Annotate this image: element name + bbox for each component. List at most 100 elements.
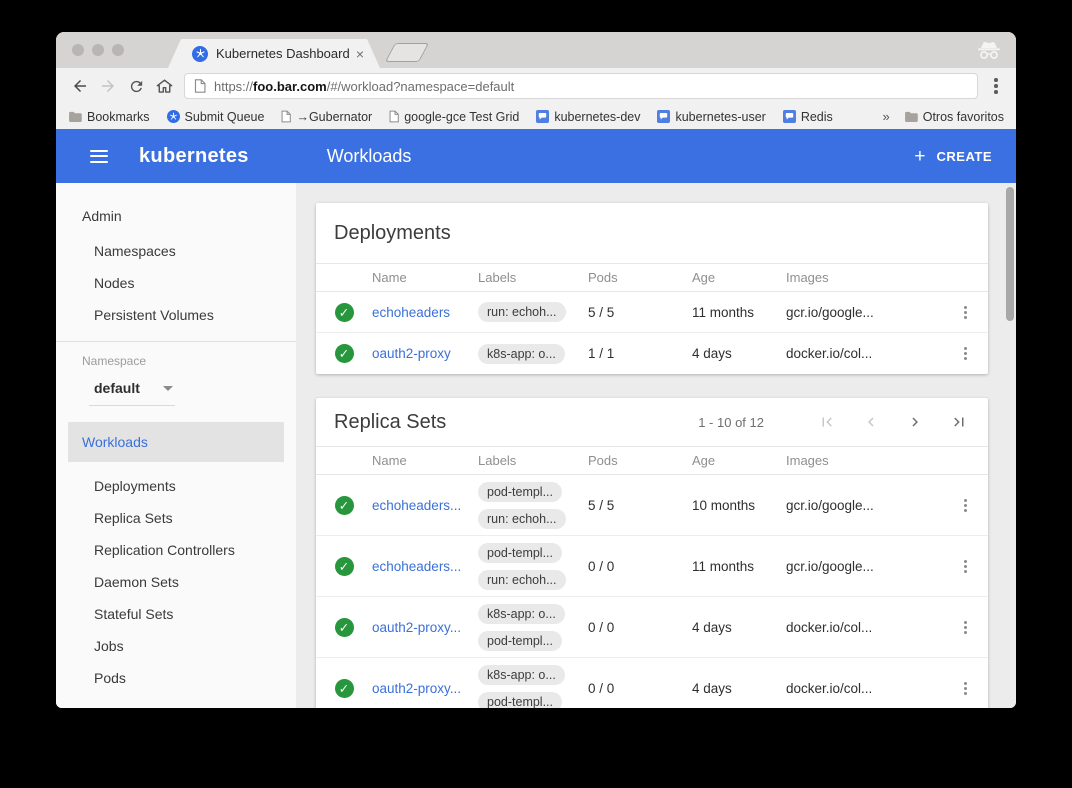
row-actions-button[interactable] — [964, 306, 967, 319]
hamburger-menu-button[interactable] — [90, 150, 108, 163]
pods-cell: 1 / 1 — [588, 346, 692, 361]
sidebar-item-admin[interactable]: Admin — [56, 197, 296, 235]
sidebar-item-daemon-sets[interactable]: Daemon Sets — [56, 566, 296, 598]
column-age: Age — [692, 453, 786, 468]
bookmarks-bar: Bookmarks Submit Queue →Gubernator googl… — [56, 104, 1016, 129]
card-title-replica-sets: Replica Sets — [334, 411, 446, 434]
bookmark-folder[interactable]: Bookmarks — [68, 110, 150, 124]
namespace-label: Namespace — [56, 354, 296, 368]
kubernetes-icon — [167, 110, 180, 123]
row-actions-button[interactable] — [964, 682, 967, 695]
bookmark-item[interactable]: google-gce Test Grid — [389, 110, 519, 124]
browser-tab[interactable]: Kubernetes Dashboard × — [168, 39, 380, 68]
tab-close-icon[interactable]: × — [356, 47, 364, 61]
resource-name-link[interactable]: oauth2-proxy... — [372, 620, 478, 635]
resource-name-link[interactable]: echoheaders... — [372, 498, 478, 513]
bookmark-item[interactable]: Submit Queue — [167, 110, 265, 124]
resource-name-link[interactable]: oauth2-proxy... — [372, 681, 478, 696]
status-ok-icon: ✓ — [335, 496, 354, 515]
home-button[interactable] — [150, 72, 178, 100]
last-page-button[interactable] — [950, 413, 968, 431]
status-ok-icon: ✓ — [335, 679, 354, 698]
minimize-window-button[interactable] — [92, 44, 104, 56]
row-actions-button[interactable] — [964, 499, 967, 512]
label-chip: pod-templ... — [478, 631, 562, 651]
sidebar-item-deployments[interactable]: Deployments — [56, 470, 296, 502]
sidebar-item-replica-sets[interactable]: Replica Sets — [56, 502, 296, 534]
sidebar-item-stateful-sets[interactable]: Stateful Sets — [56, 598, 296, 630]
bookmark-label: Otros favoritos — [923, 110, 1004, 124]
bookmark-label: google-gce Test Grid — [404, 110, 519, 124]
column-labels: Labels — [478, 453, 588, 468]
column-name: Name — [372, 270, 478, 285]
page-icon — [281, 110, 291, 123]
sidebar-item-replication-controllers[interactable]: Replication Controllers — [56, 534, 296, 566]
sidebar-nav: Admin Namespaces Nodes Persistent Volume… — [56, 183, 296, 708]
sidebar-item-persistent-volumes[interactable]: Persistent Volumes — [56, 299, 296, 331]
previous-page-button[interactable] — [862, 413, 880, 431]
kubernetes-favicon — [192, 46, 208, 62]
first-page-button[interactable] — [818, 413, 836, 431]
sidebar-item-pods[interactable]: Pods — [56, 662, 296, 694]
bookmarks-overflow-chevron[interactable]: » — [882, 109, 889, 124]
age-cell: 4 days — [692, 681, 786, 696]
card-title-deployments: Deployments — [334, 222, 451, 245]
back-button[interactable] — [66, 72, 94, 100]
sidebar-item-namespaces[interactable]: Namespaces — [56, 235, 296, 267]
column-images: Images — [786, 453, 942, 468]
sidebar-item-jobs[interactable]: Jobs — [56, 630, 296, 662]
dashboard-page: kubernetes Workloads + CREATE Admin Name… — [56, 129, 1016, 708]
plus-icon: + — [914, 147, 925, 166]
row-actions-button[interactable] — [964, 560, 967, 573]
column-pods: Pods — [588, 270, 692, 285]
pagination: 1 - 10 of 12 — [698, 413, 968, 431]
sidebar-item-workloads[interactable]: Workloads — [68, 422, 284, 462]
bookmark-item[interactable]: kubernetes-dev — [536, 110, 640, 124]
app-header: kubernetes Workloads + CREATE — [56, 129, 1016, 183]
scrollbar-thumb[interactable] — [1006, 187, 1014, 321]
new-tab-button[interactable] — [385, 43, 429, 62]
images-cell: gcr.io/google... — [786, 305, 942, 320]
images-cell: docker.io/col... — [786, 681, 942, 696]
bookmark-label: kubernetes-user — [675, 110, 765, 124]
images-cell: docker.io/col... — [786, 620, 942, 635]
address-bar[interactable]: https://foo.bar.com/#/workload?namespace… — [184, 73, 978, 99]
images-cell: gcr.io/google... — [786, 498, 942, 513]
resource-name-link[interactable]: echoheaders — [372, 305, 478, 320]
bookmark-item[interactable]: →Gubernator — [281, 110, 372, 124]
sidebar-item-nodes[interactable]: Nodes — [56, 267, 296, 299]
resource-name-link[interactable]: echoheaders... — [372, 559, 478, 574]
age-cell: 11 months — [692, 305, 786, 320]
bookmark-item[interactable]: kubernetes-user — [657, 110, 765, 124]
next-page-button[interactable] — [906, 413, 924, 431]
close-window-button[interactable] — [72, 44, 84, 56]
column-name: Name — [372, 453, 478, 468]
url-scheme: https:// — [214, 79, 253, 94]
bookmark-label: Redis — [801, 110, 833, 124]
bookmark-label: kubernetes-dev — [554, 110, 640, 124]
age-cell: 11 months — [692, 559, 786, 574]
row-actions-button[interactable] — [964, 621, 967, 634]
age-cell: 10 months — [692, 498, 786, 513]
bookmark-label: Bookmarks — [87, 110, 150, 124]
reload-button[interactable] — [122, 72, 150, 100]
create-button[interactable]: + CREATE — [914, 147, 992, 166]
resource-name-link[interactable]: oauth2-proxy — [372, 346, 478, 361]
forward-button[interactable] — [94, 72, 122, 100]
row-actions-button[interactable] — [964, 347, 967, 360]
tab-title: Kubernetes Dashboard — [216, 46, 356, 61]
zoom-window-button[interactable] — [112, 44, 124, 56]
label-chip: run: echoh... — [478, 509, 566, 529]
column-images: Images — [786, 270, 942, 285]
bookmark-item[interactable]: Redis — [783, 110, 833, 124]
browser-menu-button[interactable] — [986, 73, 1006, 99]
namespace-select[interactable]: default — [89, 380, 175, 406]
folder-icon — [904, 111, 918, 122]
table-header: Name Labels Pods Age Images — [316, 446, 988, 475]
label-chip: pod-templ... — [478, 692, 562, 708]
groups-icon — [657, 110, 670, 123]
images-cell: gcr.io/google... — [786, 559, 942, 574]
table-row: ✓ echoheaders run: echoh... 5 / 5 11 mon… — [316, 292, 988, 333]
bookmark-folder-otros[interactable]: Otros favoritos — [904, 110, 1004, 124]
traffic-lights — [72, 44, 124, 56]
